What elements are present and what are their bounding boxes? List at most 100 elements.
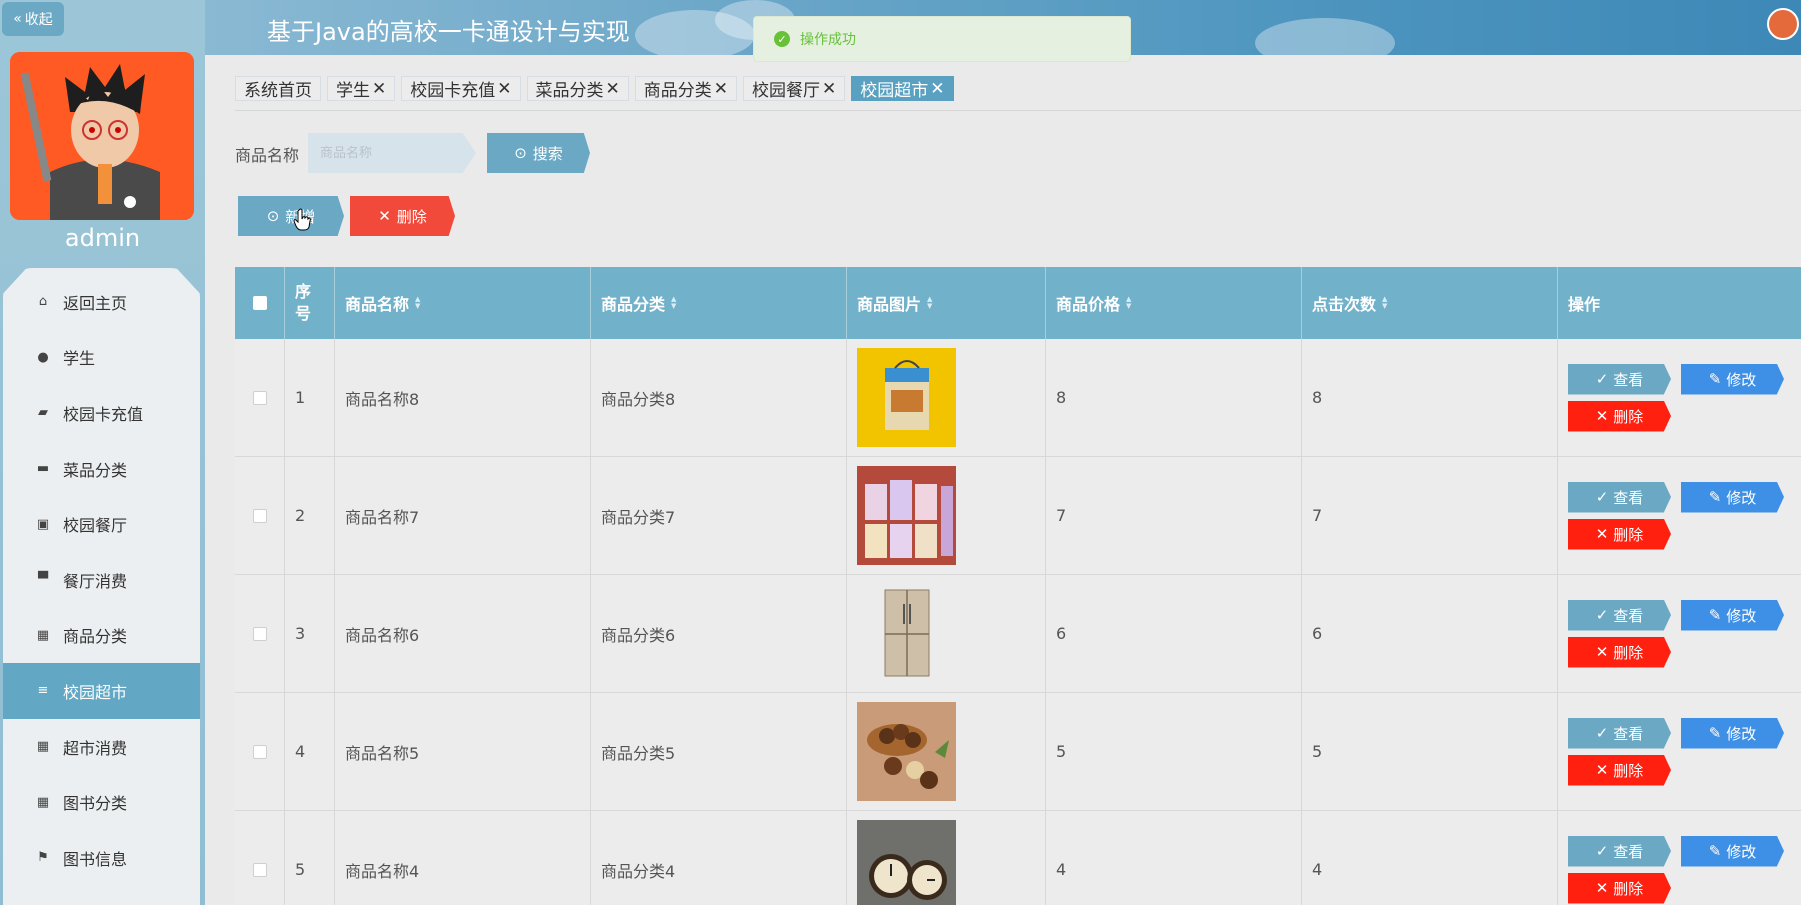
row-actions: ✓ 查看 ✎ 修改 ✕ 删除 [1568, 481, 1798, 550]
cell-price: 6 [1046, 575, 1302, 693]
double-chevron-left-icon: « [13, 11, 22, 27]
cell-category: 商品分类4 [591, 811, 847, 905]
delete-button[interactable]: ✕ 删除 [1568, 518, 1671, 550]
table-row: 3 商品名称6 商品分类6 6 6 ✓ 查看 ✎ 修改 ✕ 删除 [235, 575, 1801, 693]
view-button[interactable]: ✓ 查看 [1568, 599, 1671, 631]
search-button[interactable]: ⊙ 搜索 [487, 133, 590, 173]
close-icon[interactable]: ✕ [606, 79, 620, 99]
close-icon[interactable]: ✕ [372, 79, 386, 99]
sidebar-item-dish-category[interactable]: ▬ 菜品分类 [3, 441, 200, 497]
sidebar-item-label: 图书信息 [63, 849, 128, 869]
row-checkbox[interactable] [252, 508, 267, 523]
edit-button[interactable]: ✎ 修改 [1681, 363, 1784, 395]
sidebar-item-student[interactable]: ● 学生 [3, 330, 200, 386]
header-category[interactable]: 商品分类 ▲ ▼ [591, 267, 847, 339]
header-avatar[interactable] [1767, 8, 1799, 40]
tab-goods-category[interactable]: 商品分类 ✕ [634, 76, 737, 101]
tab-home[interactable]: 系统首页 [235, 76, 321, 101]
goods-table: 序号 商品名称 ▲ ▼ 商品分类 ▲ ▼ 商品图片 ▲ ▼ 商品价格 ▲ ▼ 点击次数 ▲ ▼ 操作… [235, 267, 1801, 905]
header-name[interactable]: 商品名称 ▲ ▼ [335, 267, 591, 339]
cell-image [847, 811, 1046, 905]
edit-button[interactable]: ✎ 修改 [1681, 481, 1784, 513]
sort-icon[interactable]: ▲ ▼ [1126, 296, 1131, 310]
tab-supermarket[interactable]: 校园超市 ✕ [851, 76, 954, 101]
cell-image [847, 339, 1046, 457]
edit-button[interactable]: ✎ 修改 [1681, 599, 1784, 631]
product-image-nuts [857, 702, 956, 801]
sidebar-item-label: 校园卡充值 [63, 404, 144, 424]
view-button[interactable]: ✓ 查看 [1568, 363, 1671, 395]
close-icon: ✕ [1595, 525, 1609, 543]
hand-cursor-icon [293, 208, 311, 231]
row-checkbox[interactable] [252, 390, 267, 405]
delete-button[interactable]: ✕ 删除 [1568, 754, 1671, 786]
close-icon[interactable]: ✕ [497, 79, 511, 99]
user-icon: ● [37, 349, 49, 365]
sidebar-item-supermarket-consumption[interactable]: ▦ 超市消费 [3, 719, 200, 775]
collapse-button[interactable]: « 收起 [2, 2, 64, 36]
cell-category: 商品分类7 [591, 457, 847, 575]
sidebar-item-book-info[interactable]: ⚑ 图书信息 [3, 830, 200, 886]
search-input[interactable] [308, 133, 476, 173]
row-checkbox[interactable] [252, 744, 267, 759]
user-avatar [10, 52, 194, 220]
edit-button[interactable]: ✎ 修改 [1681, 717, 1784, 749]
tab-card-recharge[interactable]: 校园卡充值 ✕ [401, 76, 521, 101]
close-icon[interactable]: ✕ [930, 79, 944, 99]
header-ops: 操作 [1558, 267, 1801, 339]
sidebar-item-label: 餐厅消费 [63, 571, 128, 591]
sidebar-item-card-recharge[interactable]: ▰ 校园卡充值 [3, 385, 200, 441]
check-circle-icon: ⊙ [266, 207, 280, 225]
delete-button[interactable]: ✕ 删除 [1568, 636, 1671, 668]
success-toast: ✓ 操作成功 [753, 16, 1131, 62]
add-button[interactable]: ⊙ 新增 [238, 196, 344, 236]
sidebar-item-supermarket[interactable]: ≡ 校园超市 [3, 663, 200, 719]
pencil-icon: ✎ [1708, 370, 1722, 388]
check-icon: ✓ [1595, 842, 1609, 860]
row-checkbox[interactable] [252, 862, 267, 877]
sort-icon[interactable]: ▲ ▼ [415, 296, 420, 310]
cell-price: 8 [1046, 339, 1302, 457]
sidebar-item-canteen-consumption[interactable]: ▀ 餐厅消费 [3, 552, 200, 608]
cell-name: 商品名称6 [335, 575, 591, 693]
view-label: 查看 [1613, 488, 1644, 507]
tab-dish-category[interactable]: 菜品分类 ✕ [526, 76, 629, 101]
sidebar-item-home[interactable]: ⌂ 返回主页 [3, 274, 200, 330]
tab-label: 校园餐厅 [752, 81, 820, 101]
check-icon: ✓ [1595, 370, 1609, 388]
tab-canteen[interactable]: 校园餐厅 ✕ [743, 76, 846, 101]
cell-ops: ✓ 查看 ✎ 修改 ✕ 删除 [1558, 339, 1801, 457]
product-image-snack-box [857, 348, 956, 447]
edit-button[interactable]: ✎ 修改 [1681, 835, 1784, 867]
batch-delete-button[interactable]: ✕ 删除 [350, 196, 455, 236]
sort-icon[interactable]: ▲ ▼ [927, 296, 932, 310]
header-price[interactable]: 商品价格 ▲ ▼ [1046, 267, 1302, 339]
view-button[interactable]: ✓ 查看 [1568, 717, 1671, 749]
delete-button[interactable]: ✕ 删除 [1568, 872, 1671, 904]
sidebar-item-label: 学生 [63, 349, 96, 369]
view-button[interactable]: ✓ 查看 [1568, 835, 1671, 867]
close-icon[interactable]: ✕ [822, 79, 836, 99]
pencil-icon: ✎ [1708, 842, 1722, 860]
check-circle-icon: ⊙ [514, 144, 527, 162]
sort-icon[interactable]: ▲ ▼ [671, 296, 676, 310]
close-icon[interactable]: ✕ [714, 79, 728, 99]
monitor-icon: ▀ [38, 572, 48, 588]
delete-label: 删除 [1613, 525, 1644, 544]
delete-button-label: 删除 [396, 207, 427, 226]
header-clicks[interactable]: 点击次数 ▲ ▼ [1302, 267, 1558, 339]
header-image[interactable]: 商品图片 ▲ ▼ [847, 267, 1046, 339]
tab-bar: 系统首页 学生 ✕ 校园卡充值 ✕ 菜品分类 ✕ 商品分类 ✕ 校园餐厅 ✕ 校园超市 ✕ [235, 76, 954, 101]
view-button[interactable]: ✓ 查看 [1568, 481, 1671, 513]
sidebar-item-goods-category[interactable]: ▦ 商品分类 [3, 608, 200, 664]
close-icon: ✕ [1595, 643, 1609, 661]
row-checkbox[interactable] [252, 626, 267, 641]
select-all-checkbox[interactable] [252, 296, 267, 310]
sidebar-item-canteen[interactable]: ▣ 校园餐厅 [3, 496, 200, 552]
delete-button[interactable]: ✕ 删除 [1568, 400, 1671, 432]
sort-icon[interactable]: ▲ ▼ [1382, 296, 1387, 310]
sidebar-item-book-category[interactable]: ▦ 图书分类 [3, 774, 200, 830]
row-actions: ✓ 查看 ✎ 修改 ✕ 删除 [1568, 599, 1798, 668]
header-label: 商品分类 [601, 295, 666, 314]
tab-student[interactable]: 学生 ✕ [327, 76, 396, 101]
